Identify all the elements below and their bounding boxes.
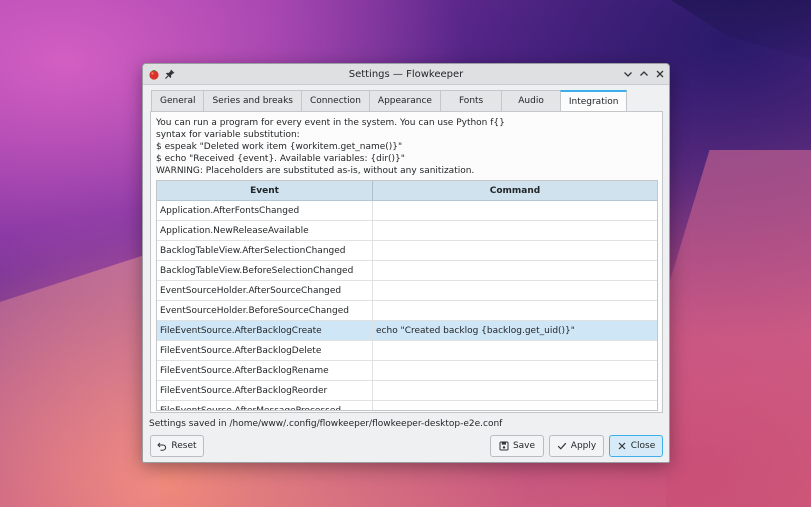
tab-integration[interactable]: Integration [559, 90, 628, 112]
column-header-event[interactable]: Event [157, 181, 373, 200]
undo-icon [157, 442, 167, 451]
event-cell[interactable]: Application.AfterFontsChanged [157, 201, 373, 220]
command-cell[interactable] [373, 381, 657, 400]
settings-tabs: General Series and breaks Connection App… [151, 90, 628, 112]
close-window-icon[interactable] [653, 67, 667, 81]
command-cell[interactable] [373, 401, 657, 410]
event-cell[interactable]: FileEventSource.AfterBacklogDelete [157, 341, 373, 360]
command-cell[interactable] [373, 361, 657, 380]
wallpaper-shape [671, 0, 811, 60]
tab-audio[interactable]: Audio [501, 90, 560, 111]
event-command-table: Event Command Application.AfterFontsChan… [156, 180, 658, 411]
table-row[interactable]: Application.AfterFontsChanged [157, 201, 657, 221]
settings-path-status: Settings saved in /home/www/.config/flow… [149, 419, 503, 429]
integration-description: You can run a program for every event in… [156, 117, 656, 177]
description-line: WARNING: Placeholders are substituted as… [156, 166, 475, 176]
description-line: $ espeak "Deleted work item {workitem.ge… [156, 142, 403, 152]
command-cell[interactable] [373, 221, 657, 240]
close-button[interactable]: Close [609, 435, 663, 457]
column-header-command[interactable]: Command [373, 181, 657, 200]
apply-button[interactable]: Apply [549, 435, 604, 457]
maximize-icon[interactable] [637, 67, 651, 81]
tab-fonts[interactable]: Fonts [439, 90, 502, 111]
window-title: Settings — Flowkeeper [348, 68, 464, 80]
table-header: Event Command [157, 181, 657, 201]
command-cell[interactable] [373, 281, 657, 300]
description-line: $ echo "Received {event}. Available vari… [156, 154, 405, 164]
apply-button-label: Apply [570, 441, 597, 451]
table-row[interactable]: BacklogTableView.BeforeSelectionChanged [157, 261, 657, 281]
command-cell[interactable] [373, 261, 657, 280]
command-cell[interactable]: echo "Created backlog {backlog.get_uid()… [373, 321, 657, 340]
description-line: syntax for variable substitution: [156, 130, 300, 140]
pin-icon[interactable] [164, 68, 176, 80]
table-row[interactable]: BacklogTableView.AfterSelectionChanged [157, 241, 657, 261]
tab-general[interactable]: General [151, 90, 204, 111]
command-cell[interactable] [373, 341, 657, 360]
title-bar[interactable]: Settings — Flowkeeper [143, 64, 669, 85]
table-row[interactable]: FileEventSource.AfterBacklogDelete [157, 341, 657, 361]
event-cell[interactable]: FileEventSource.AfterBacklogCreate [157, 321, 373, 340]
table-row[interactable]: FileEventSource.AfterBacklogReorder [157, 381, 657, 401]
minimize-icon[interactable] [621, 67, 635, 81]
checkmark-icon [557, 442, 567, 450]
settings-window: Settings — Flowkeeper General Series and… [142, 63, 670, 463]
table-row[interactable]: Application.NewReleaseAvailable [157, 221, 657, 241]
tab-series-and-breaks[interactable]: Series and breaks [203, 90, 301, 111]
table-row[interactable]: FileEventSource.AfterMessageProcessed [157, 401, 657, 410]
table-row-selected[interactable]: FileEventSource.AfterBacklogCreate echo … [157, 321, 657, 341]
description-line: You can run a program for every event in… [156, 118, 505, 128]
event-cell[interactable]: FileEventSource.AfterMessageProcessed [157, 401, 373, 410]
reset-button[interactable]: Reset [150, 435, 204, 457]
event-cell[interactable]: FileEventSource.AfterBacklogReorder [157, 381, 373, 400]
command-cell[interactable] [373, 241, 657, 260]
close-button-label: Close [630, 441, 656, 451]
event-cell[interactable]: Application.NewReleaseAvailable [157, 221, 373, 240]
wallpaper-shape [666, 150, 811, 507]
event-cell[interactable]: BacklogTableView.AfterSelectionChanged [157, 241, 373, 260]
tab-appearance[interactable]: Appearance [368, 90, 440, 111]
wallpaper-shape [0, 250, 160, 507]
event-cell[interactable]: FileEventSource.AfterBacklogRename [157, 361, 373, 380]
save-button[interactable]: Save [490, 435, 544, 457]
table-row[interactable]: EventSourceHolder.BeforeSourceChanged [157, 301, 657, 321]
close-icon [618, 442, 626, 450]
table-row[interactable]: EventSourceHolder.AfterSourceChanged [157, 281, 657, 301]
event-cell[interactable]: EventSourceHolder.AfterSourceChanged [157, 281, 373, 300]
save-button-label: Save [512, 441, 536, 451]
event-cell[interactable]: BacklogTableView.BeforeSelectionChanged [157, 261, 373, 280]
tab-connection[interactable]: Connection [300, 90, 369, 111]
event-cell[interactable]: EventSourceHolder.BeforeSourceChanged [157, 301, 373, 320]
floppy-disk-icon [499, 441, 509, 451]
integration-panel: You can run a program for every event in… [150, 111, 663, 413]
command-cell[interactable] [373, 201, 657, 220]
tomato-app-icon[interactable] [148, 68, 160, 80]
table-row[interactable]: FileEventSource.AfterBacklogRename [157, 361, 657, 381]
reset-button-label: Reset [171, 441, 197, 451]
command-cell[interactable] [373, 301, 657, 320]
